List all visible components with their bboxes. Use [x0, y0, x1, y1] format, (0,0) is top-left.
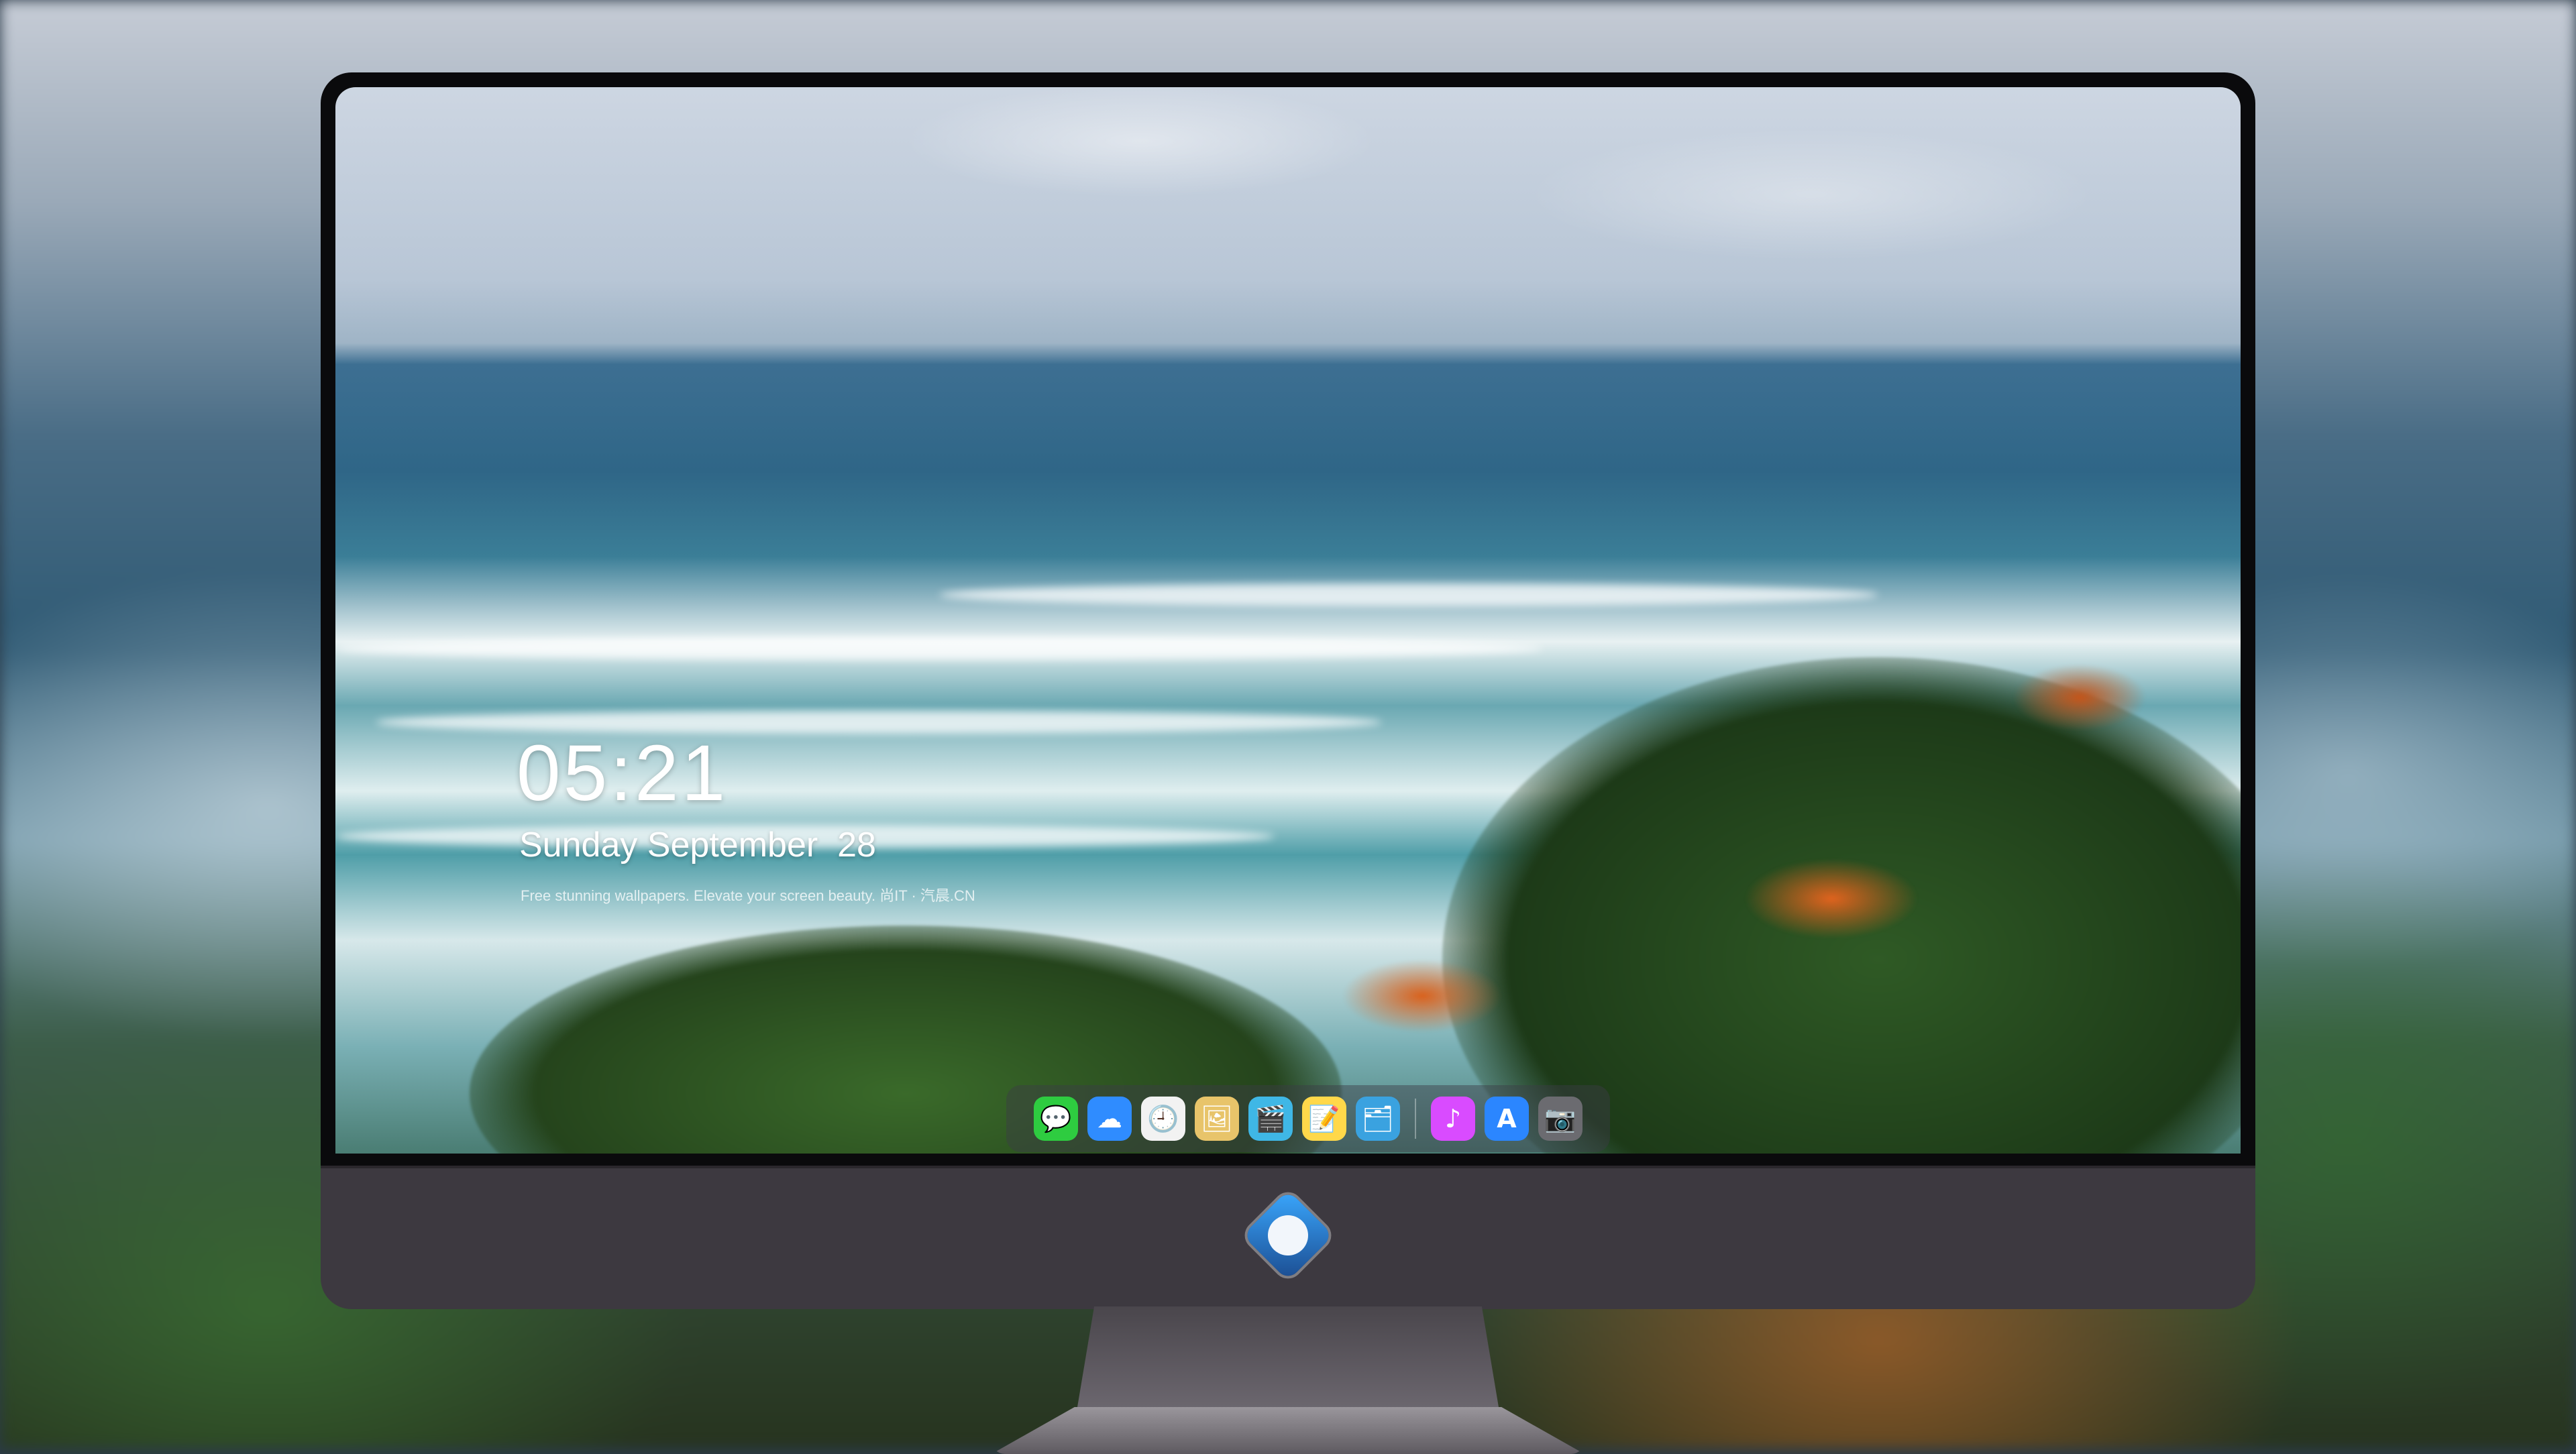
wallpaper-flower [2012, 664, 2147, 731]
wallpaper-flower [1744, 858, 1919, 939]
imac-chin [321, 1166, 2255, 1309]
clock-icon[interactable]: 🕘 [1141, 1097, 1185, 1141]
wallpaper-wave [939, 583, 1878, 606]
photo-booth-icon[interactable]: 🗂 [1356, 1097, 1400, 1141]
wallpaper-tagline: Free stunning wallpapers. Elevate your s… [521, 887, 975, 904]
notes-icon[interactable]: 📝 [1302, 1097, 1346, 1141]
camera-icon[interactable]: 📷 [1538, 1097, 1582, 1141]
lock-screen-time: 05:21 [517, 729, 729, 818]
music-icon[interactable]: ♪ [1431, 1097, 1475, 1141]
lock-screen-date: Sunday September 28 [519, 826, 876, 864]
stand-base [991, 1407, 1585, 1454]
weather-icon[interactable]: ☁ [1087, 1097, 1132, 1141]
stand-neck [1077, 1306, 1499, 1407]
dock: 💬 ☁ 🕘 🖼 🎬 📝 🗂 ♪ A 📷 [1006, 1085, 1610, 1152]
messages-icon[interactable]: 💬 [1034, 1097, 1078, 1141]
wallpaper-flower [1342, 959, 1503, 1033]
mascot-face-icon [1268, 1215, 1308, 1255]
clips-icon[interactable]: 🎬 [1248, 1097, 1293, 1141]
display-bezel: 05:21 Sunday September 28 Free stunning … [321, 72, 2255, 1166]
dock-separator [1415, 1099, 1416, 1139]
imac-mockup: 05:21 Sunday September 28 Free stunning … [321, 72, 2255, 1454]
wallpaper-wave [335, 637, 1543, 660]
lock-screen: 05:21 Sunday September 28 Free stunning … [335, 87, 2241, 1154]
app-store-icon[interactable]: A [1485, 1097, 1529, 1141]
preview-icon[interactable]: 🖼 [1195, 1097, 1239, 1141]
brand-logo-icon [1242, 1190, 1334, 1281]
